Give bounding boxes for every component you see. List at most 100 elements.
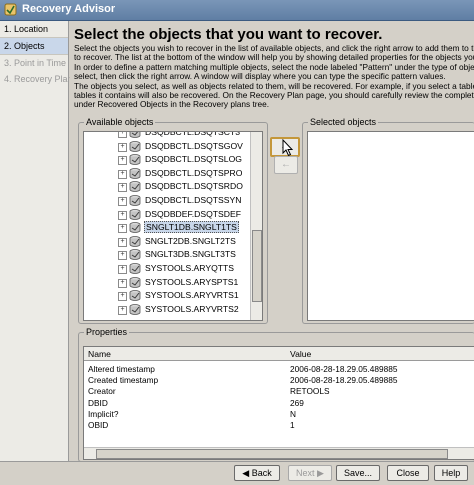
page-heading: Select the objects that you want to reco… xyxy=(74,26,383,43)
back-button[interactable]: ◀ Back xyxy=(234,465,280,481)
selected-objects-group: Selected objects xyxy=(302,117,474,324)
property-value: 2006-08-28-18.29.05.489885 xyxy=(290,364,398,374)
tree-item-label: DSQDBCTL.DSQTSPRO xyxy=(145,167,243,178)
instruction-line: under Recovered Objects in the Recovery … xyxy=(74,99,270,110)
tablespace-icon xyxy=(129,167,141,179)
tablespace-icon xyxy=(129,235,141,247)
close-button[interactable]: Close xyxy=(387,465,429,481)
tree-item-label: SYSTOOLS.ARYVRTS1 xyxy=(145,290,239,301)
instructions-text: Select the objects you wish to recover i… xyxy=(74,44,474,110)
tree-item-label: SNGLT1DB.SNGLT1TS xyxy=(144,221,239,234)
tree-item[interactable]: + SNGLT2DB.SNGLT2TS xyxy=(84,235,250,249)
plus-expander-icon[interactable]: + xyxy=(118,169,127,179)
help-button[interactable]: Help xyxy=(434,465,468,481)
table-row[interactable]: DBID 269 xyxy=(84,397,474,408)
button-bar: ◀ Back Next ▶ Save... Close Help xyxy=(0,461,474,485)
plus-expander-icon[interactable]: + xyxy=(118,251,127,261)
plus-expander-icon[interactable]: + xyxy=(118,132,127,138)
property-name: DBID xyxy=(88,397,108,408)
available-objects-tree[interactable]: + DSQDBCTL.DSQTSCT3 + DSQDBCTL.DSQTSGOV + DSQ… xyxy=(83,131,263,321)
plus-expander-icon[interactable]: + xyxy=(118,224,127,234)
property-name: Creator xyxy=(88,386,116,397)
tablespace-icon xyxy=(129,132,141,138)
plus-expander-icon[interactable]: + xyxy=(118,142,127,152)
table-row[interactable]: Implicit? N xyxy=(84,408,474,419)
tree-item[interactable]: + DSQDBCTL.DSQTSLOG xyxy=(84,153,250,167)
wizard-steps-sidebar: 1. Location 2. Objects 3. Point in Time … xyxy=(0,21,73,461)
tablespace-icon xyxy=(129,195,141,206)
tablespace-icon xyxy=(129,263,141,274)
remove-object-button: ← xyxy=(274,156,298,174)
plus-expander-icon[interactable]: + xyxy=(118,305,127,315)
tree-item[interactable]: + SYSTOOLS.ARYVRTS2 xyxy=(84,303,250,317)
tree-item-label: SNGLT3DB.SNGLT3TS xyxy=(145,249,236,260)
window-title-bar: Recovery Advisor xyxy=(0,0,474,21)
properties-table: Name Value Altered timestamp 2006-08-28-1… xyxy=(83,346,474,460)
table-row[interactable]: Creator RETOOLS xyxy=(84,385,474,396)
tree-item[interactable]: + DSQDBCTL.DSQTSCT3 xyxy=(84,132,250,140)
plus-expander-icon[interactable]: + xyxy=(118,183,127,193)
tree-item-label: SYSTOOLS.ARYQTTS xyxy=(145,262,234,273)
tree-item-label: SYSTOOLS.ARYVRTS2 xyxy=(145,303,239,314)
mouse-pointer-icon xyxy=(282,139,294,157)
tree-item[interactable]: + DSQDBCTL.DSQTSSYN xyxy=(84,194,250,208)
tree-item[interactable]: + SYSTOOLS.ARYSPTS1 xyxy=(84,276,250,290)
tree-item[interactable]: + SNGLT1DB.SNGLT1TS xyxy=(84,221,250,235)
tree-item-label: DSQDBCTL.DSQTSRDO xyxy=(145,181,243,192)
step-location[interactable]: 1. Location xyxy=(0,21,68,38)
tree-item-label: DSQDBDEF.DSQTSDEF xyxy=(145,208,241,219)
plus-expander-icon[interactable]: + xyxy=(118,210,127,220)
property-value: N xyxy=(290,408,296,419)
available-objects-group: Available objects + DSQDBCTL.DSQTSCT3 + DSQ… xyxy=(78,117,268,324)
available-objects-title: Available objects xyxy=(84,117,156,127)
property-name: Altered timestamp xyxy=(88,364,155,374)
available-objects-scrollbar[interactable] xyxy=(250,132,262,320)
table-row[interactable]: Altered timestamp 2006-08-28-18.29.05.489… xyxy=(84,363,474,374)
column-header-name[interactable]: Name xyxy=(88,349,111,359)
properties-horizontal-scrollbar[interactable] xyxy=(84,447,474,459)
tablespace-icon xyxy=(129,222,141,234)
tablespace-icon xyxy=(129,290,141,301)
plus-expander-icon[interactable]: + xyxy=(118,237,127,247)
properties-header: Name Value xyxy=(84,347,474,361)
window-title: Recovery Advisor xyxy=(22,3,116,15)
tree-item-label: DSQDBCTL.DSQTSGOV xyxy=(145,140,243,151)
property-name: Created timestamp xyxy=(88,375,159,386)
tree-item[interactable]: + SYSTOOLS.ARYVRTS1 xyxy=(84,289,250,303)
tree-item[interactable]: + DSQDBCTL.DSQTSPRO xyxy=(84,167,250,181)
selected-objects-title: Selected objects xyxy=(308,117,379,127)
tablespace-icon xyxy=(129,154,141,166)
property-name: OBID xyxy=(88,420,109,430)
tree-item-label: SNGLT2DB.SNGLT2TS xyxy=(145,235,236,246)
tablespace-icon xyxy=(129,249,141,261)
tree-item[interactable]: + DSQDBCTL.DSQTSRDO xyxy=(84,180,250,194)
table-row[interactable]: OBID 1 xyxy=(84,419,474,430)
tree-item[interactable]: + DSQDBCTL.DSQTSGOV xyxy=(84,140,250,154)
scrollbar-thumb[interactable] xyxy=(252,230,262,302)
properties-title: Properties xyxy=(84,327,130,337)
properties-group: Properties Name Value Altered timestamp 2… xyxy=(78,327,474,462)
tree-item[interactable]: + DSQDBDEF.DSQTSDEF xyxy=(84,208,250,222)
property-value: 1 xyxy=(290,420,295,430)
step-point-in-time: 3. Point in Time xyxy=(4,58,67,68)
property-name: Implicit? xyxy=(88,408,119,419)
tree-item[interactable]: + SYSTOOLS.ARYQTTS xyxy=(84,262,250,276)
selected-objects-list[interactable] xyxy=(307,131,474,321)
save-button[interactable]: Save... xyxy=(336,465,380,481)
tree-item[interactable]: + SNGLT3DB.SNGLT3TS xyxy=(84,248,250,262)
table-row[interactable]: Created timestamp 2006-08-28-18.29.05.489… xyxy=(84,374,474,385)
property-value: 2006-08-28-18.29.05.489885 xyxy=(290,375,398,386)
plus-expander-icon[interactable]: + xyxy=(118,156,127,166)
main-panel: Select the objects that you want to reco… xyxy=(70,21,474,462)
tree-item-label: DSQDBCTL.DSQTSSYN xyxy=(145,194,242,205)
column-header-value[interactable]: Value xyxy=(290,349,311,359)
scrollbar-thumb[interactable] xyxy=(96,449,448,459)
tree-item-label: SYSTOOLS.ARYSPTS1 xyxy=(145,276,239,287)
plus-expander-icon[interactable]: + xyxy=(118,196,127,206)
plus-expander-icon[interactable]: + xyxy=(118,264,127,274)
plus-expander-icon[interactable]: + xyxy=(118,292,127,302)
step-objects[interactable]: 2. Objects xyxy=(0,38,68,55)
property-value: 269 xyxy=(290,397,304,408)
plus-expander-icon[interactable]: + xyxy=(118,278,127,288)
tablespace-icon xyxy=(129,181,141,193)
